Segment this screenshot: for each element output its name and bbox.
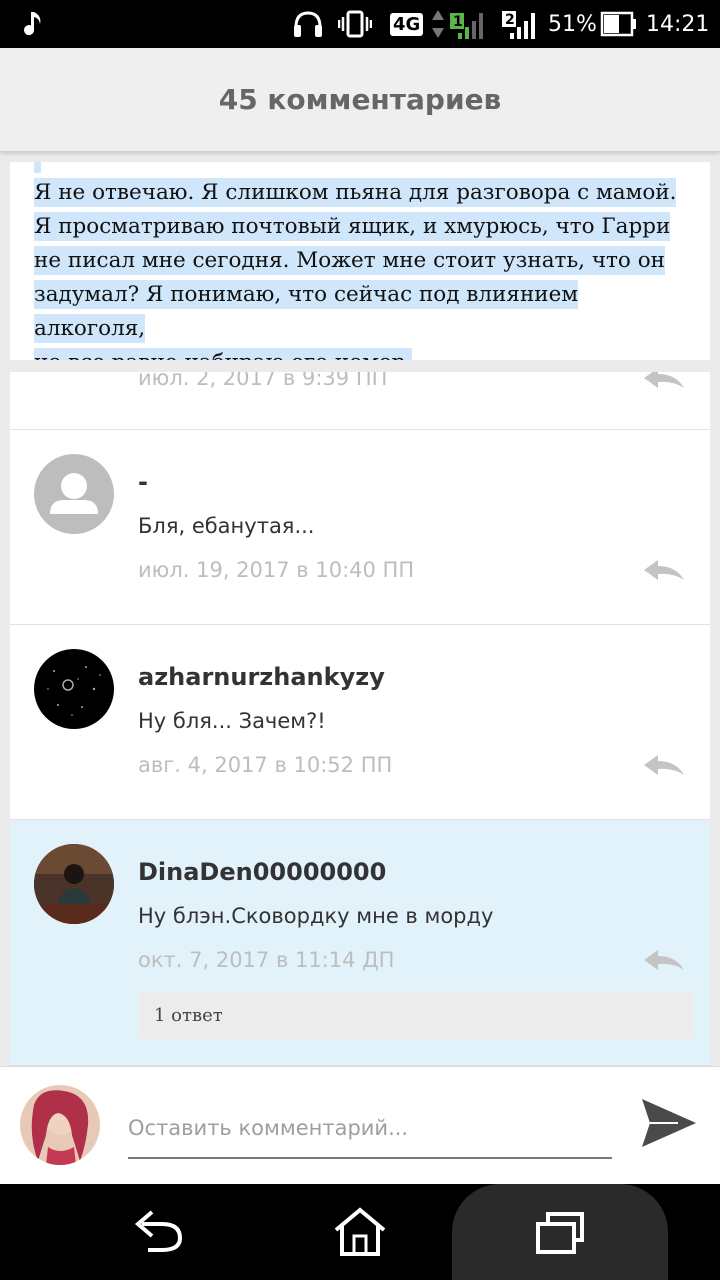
comment-item: июл. 2, 2017 в 9:39 ПП <box>10 372 710 430</box>
comment-item-selected: DinaDen00000000 Ну блэн.Сковордку мне в … <box>10 820 710 1066</box>
recents-button[interactable] <box>520 1184 600 1280</box>
quoted-text: . Я не отвечаю. Я слишком пьяна для разг… <box>34 162 694 360</box>
vibrate-icon <box>338 0 372 48</box>
send-icon <box>642 1099 696 1147</box>
battery-icon <box>600 0 638 48</box>
comment-compose-bar <box>0 1066 720 1184</box>
view-replies-button[interactable]: 1 ответ <box>138 991 694 1039</box>
clock: 14:21 <box>646 11 710 37</box>
quote-line: не писал мне сегодня. Может мне стоит уз… <box>34 246 665 275</box>
send-button[interactable] <box>638 1095 702 1155</box>
quote-line: задумал? Я понимаю, что сейчас под влиян… <box>34 280 579 343</box>
reply-icon[interactable] <box>642 946 686 974</box>
data-arrows-icon <box>430 0 446 48</box>
battery-percent: 51% <box>548 11 597 37</box>
signal-icon-sim1: 1 <box>448 0 488 48</box>
comments-list[interactable]: июл. 2, 2017 в 9:39 ПП - Бля, ебанутая..… <box>10 372 710 1066</box>
comment-date: июл. 2, 2017 в 9:39 ПП <box>138 372 388 390</box>
comment-author[interactable]: DinaDen00000000 <box>138 858 386 886</box>
quote-line: но все равно набираю его номер. <box>34 348 413 360</box>
svg-text:1: 1 <box>453 14 463 30</box>
quote-line: Я не отвечаю. Я слишком пьяна для разгов… <box>34 178 677 207</box>
reply-icon[interactable] <box>642 372 686 392</box>
comment-date: окт. 7, 2017 в 11:14 ДП <box>138 948 395 972</box>
night-sky-avatar[interactable] <box>34 649 114 729</box>
signal-icon-sim2: 2 <box>500 0 540 48</box>
quote-line: Я просматриваю почтовый ящик, и хмурюсь,… <box>34 212 671 241</box>
photo-avatar[interactable] <box>34 844 114 924</box>
comment-text: Ну бля... Зачем?! <box>138 709 326 733</box>
home-button[interactable] <box>320 1184 400 1280</box>
back-icon <box>134 1210 183 1252</box>
header: 45 комментариев <box>0 48 720 152</box>
music-note-icon <box>24 0 46 48</box>
comment-item: - Бля, ебанутая... июл. 19, 2017 в 10:40… <box>10 430 710 625</box>
comment-author[interactable]: - <box>138 468 148 496</box>
comment-item: azharnurzhankyzy Ну бля... Зачем?! авг. … <box>10 625 710 820</box>
headphones-icon <box>292 0 324 48</box>
comment-input[interactable] <box>128 1107 612 1159</box>
svg-text:2: 2 <box>505 12 515 28</box>
page-title: 45 комментариев <box>218 83 502 116</box>
system-nav-bar <box>0 1184 720 1280</box>
network-type: 4G <box>390 0 424 48</box>
current-user-avatar[interactable] <box>20 1085 100 1165</box>
back-button[interactable] <box>120 1184 200 1280</box>
recents-icon <box>536 1212 584 1254</box>
quoted-text-card: . Я не отвечаю. Я слишком пьяна для разг… <box>10 162 710 360</box>
comment-date: авг. 4, 2017 в 10:52 ПП <box>138 753 393 777</box>
comment-date: июл. 19, 2017 в 10:40 ПП <box>138 558 415 582</box>
reply-icon[interactable] <box>642 556 686 584</box>
comment-author[interactable]: azharnurzhankyzy <box>138 663 385 691</box>
comment-text: Ну блэн.Сковордку мне в морду <box>138 904 494 928</box>
status-bar: 4G 1 2 51% 14:21 <box>0 0 720 48</box>
default-user-icon[interactable] <box>34 454 114 534</box>
reply-icon[interactable] <box>642 751 686 779</box>
home-icon <box>334 1207 386 1256</box>
comment-text: Бля, ебанутая... <box>138 514 315 538</box>
